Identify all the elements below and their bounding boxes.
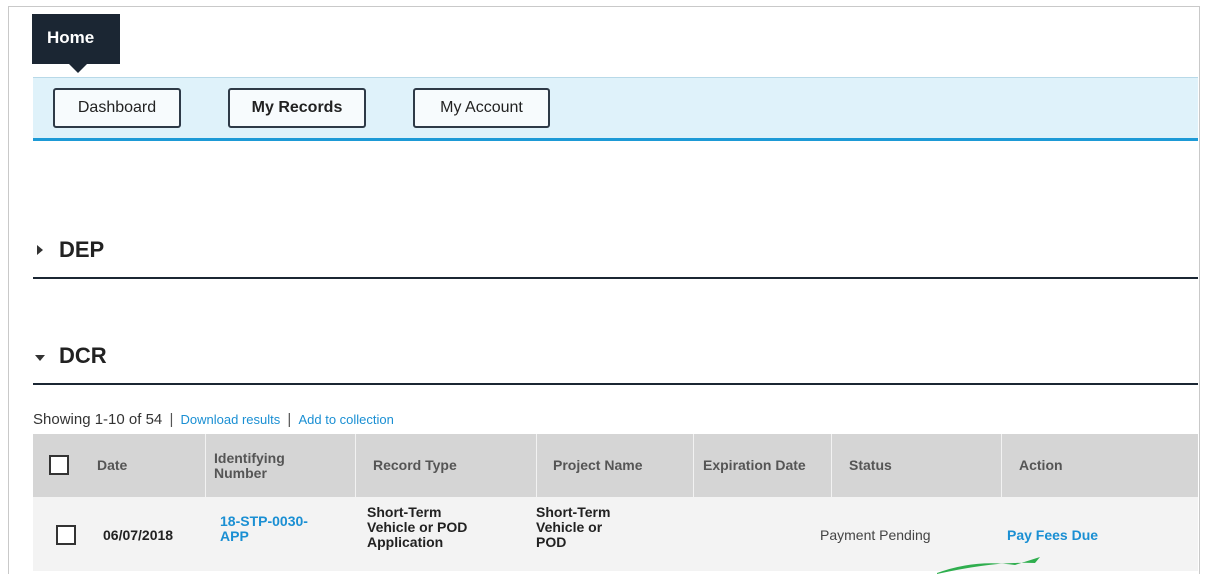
add-to-collection-link[interactable]: Add to collection xyxy=(298,412,393,427)
record-id-link[interactable]: 18-STP-0030- APP xyxy=(220,514,308,544)
home-tab-pointer-icon xyxy=(69,64,87,73)
column-header-expiration-date[interactable]: Expiration Date xyxy=(693,434,831,497)
home-tab-label: Home xyxy=(47,28,95,47)
row-status: Payment Pending xyxy=(820,527,931,543)
column-header-action[interactable]: Action xyxy=(1001,434,1198,497)
caret-down-icon xyxy=(35,355,45,361)
header-text: Number xyxy=(214,464,267,481)
decorative-swoosh-icon xyxy=(937,557,1040,574)
header-text: Identifying xyxy=(214,449,285,466)
row-record-type: Short-Term Vehicle or POD Application xyxy=(367,505,467,550)
section-dcr-header[interactable]: DCR xyxy=(33,343,1198,385)
section-dep-header[interactable]: DEP xyxy=(33,237,1198,279)
row-date: 06/07/2018 xyxy=(103,527,174,543)
results-summary: Showing 1-10 of 54 | Download results | … xyxy=(33,411,394,428)
column-header-identifying-number[interactable]: Identifying Number xyxy=(205,434,355,497)
home-tab[interactable]: Home xyxy=(32,14,120,73)
section-dep-label: DEP xyxy=(59,237,105,262)
project-name-line: Short-Term xyxy=(536,504,611,520)
my-account-button[interactable]: My Account xyxy=(413,88,550,128)
record-type-line: Vehicle or POD xyxy=(367,519,468,535)
column-header-project-name[interactable]: Project Name xyxy=(536,434,693,497)
select-all-checkbox[interactable] xyxy=(49,455,69,475)
separator: | xyxy=(287,411,292,428)
dashboard-button[interactable]: Dashboard xyxy=(53,88,181,128)
separator: | xyxy=(169,411,174,428)
project-name-line: POD xyxy=(536,534,567,550)
results-count: Showing 1-10 of 54 xyxy=(33,411,163,428)
my-records-button[interactable]: My Records xyxy=(228,88,366,128)
section-dcr-label: DCR xyxy=(59,343,107,368)
column-header-record-type[interactable]: Record Type xyxy=(355,434,536,497)
row-project-name: Short-Term Vehicle or POD xyxy=(536,505,610,550)
pay-fees-due-link[interactable]: Pay Fees Due xyxy=(1007,528,1098,543)
records-table: Date Identifying Number Record Type Proj… xyxy=(33,434,1198,571)
caret-right-icon xyxy=(37,245,43,255)
record-id-line: APP xyxy=(220,528,249,544)
record-type-line: Application xyxy=(367,534,444,550)
project-name-line: Vehicle or xyxy=(536,519,603,535)
table-header-row: Date Identifying Number Record Type Proj… xyxy=(33,434,1198,497)
row-select-checkbox[interactable] xyxy=(56,525,76,545)
record-type-line: Short-Term xyxy=(367,504,442,520)
column-header-status[interactable]: Status xyxy=(831,434,1001,497)
main-navbar: Dashboard My Records My Account xyxy=(33,77,1198,141)
download-results-link[interactable]: Download results xyxy=(181,412,281,427)
column-header-date[interactable]: Date xyxy=(89,434,205,497)
record-id-line: 18-STP-0030- xyxy=(220,513,308,529)
